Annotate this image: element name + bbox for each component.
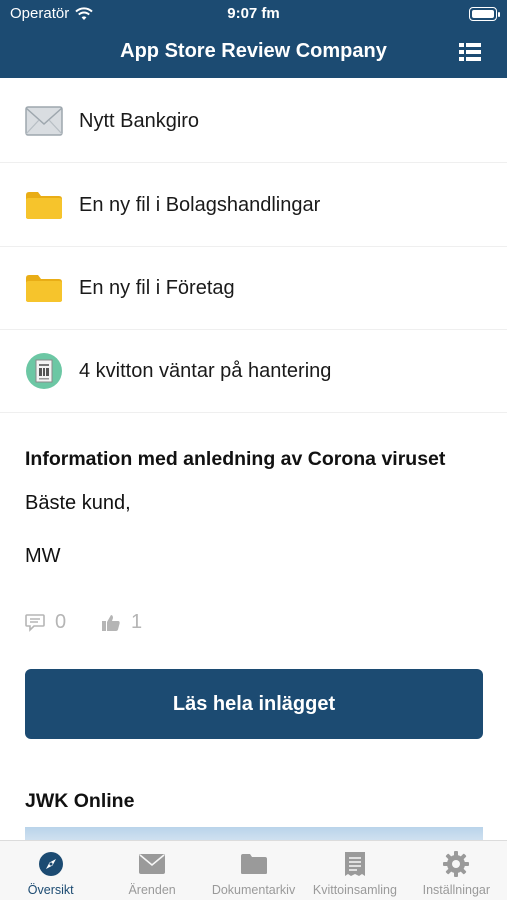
- section-title: JWK Online: [25, 790, 135, 812]
- tab-label: Inställningar: [422, 883, 491, 897]
- list-icon[interactable]: [459, 43, 481, 61]
- comment-icon: [25, 613, 45, 632]
- tab-label: Kvittoinsamling: [312, 883, 397, 897]
- like-count-value: 1: [131, 611, 143, 633]
- notification-item[interactable]: Nytt Bankgiro: [0, 80, 507, 163]
- notification-item[interactable]: En ny fil i Företag: [0, 247, 507, 330]
- tab-kvittoinsamling[interactable]: Kvittoinsamling: [304, 841, 405, 900]
- notification-item[interactable]: 4 kvitton väntar på hantering: [0, 330, 507, 413]
- folder-icon: [25, 269, 63, 307]
- like-count[interactable]: 1: [101, 611, 142, 634]
- gear-icon: [443, 851, 470, 877]
- notification-label: Nytt Bankgiro: [79, 109, 200, 132]
- notification-label: En ny fil i Företag: [79, 276, 235, 299]
- receipt-icon: [342, 851, 368, 877]
- tab-installningar[interactable]: Inställningar: [406, 841, 507, 900]
- tab-dokumentarkiv[interactable]: Dokumentarkiv: [203, 841, 304, 900]
- thumbs-up-icon: [102, 614, 120, 631]
- folder-icon: [25, 186, 63, 224]
- tab-label: Översikt: [27, 883, 74, 897]
- tab-arenden[interactable]: Ärenden: [101, 841, 202, 900]
- post-greeting: Bäste kund,: [25, 492, 131, 514]
- page-title: App Store Review Company: [120, 40, 387, 62]
- tab-bar: Översikt Ärenden Dokumentarkiv Kvittoins…: [0, 840, 507, 900]
- tab-oversikt[interactable]: Översikt: [0, 841, 101, 900]
- compass-icon: [38, 851, 64, 877]
- folder-icon: [240, 851, 267, 877]
- read-full-post-button[interactable]: Läs hela inlägget: [25, 669, 483, 739]
- post-signature: MW: [25, 545, 61, 567]
- app-header: Operatör 9:07 fm App Store Review Compan…: [0, 0, 507, 78]
- tab-label: Ärenden: [128, 883, 176, 897]
- receipt-icon: [25, 352, 63, 390]
- notification-item[interactable]: En ny fil i Bolagshandlingar: [0, 164, 507, 247]
- post-title: Information med anledning av Corona viru…: [25, 448, 446, 470]
- notification-label: 4 kvitton väntar på hantering: [79, 359, 332, 382]
- envelope-icon: [139, 851, 166, 877]
- clock: 9:07 fm: [227, 5, 280, 22]
- envelope-icon: [25, 102, 63, 140]
- status-bar: Operatör 9:07 fm: [0, 0, 507, 28]
- comment-count-value: 0: [55, 611, 67, 633]
- notification-label: En ny fil i Bolagshandlingar: [79, 193, 321, 216]
- battery-icon: [469, 7, 500, 21]
- tab-label: Dokumentarkiv: [211, 883, 296, 897]
- comment-count[interactable]: 0: [25, 611, 66, 634]
